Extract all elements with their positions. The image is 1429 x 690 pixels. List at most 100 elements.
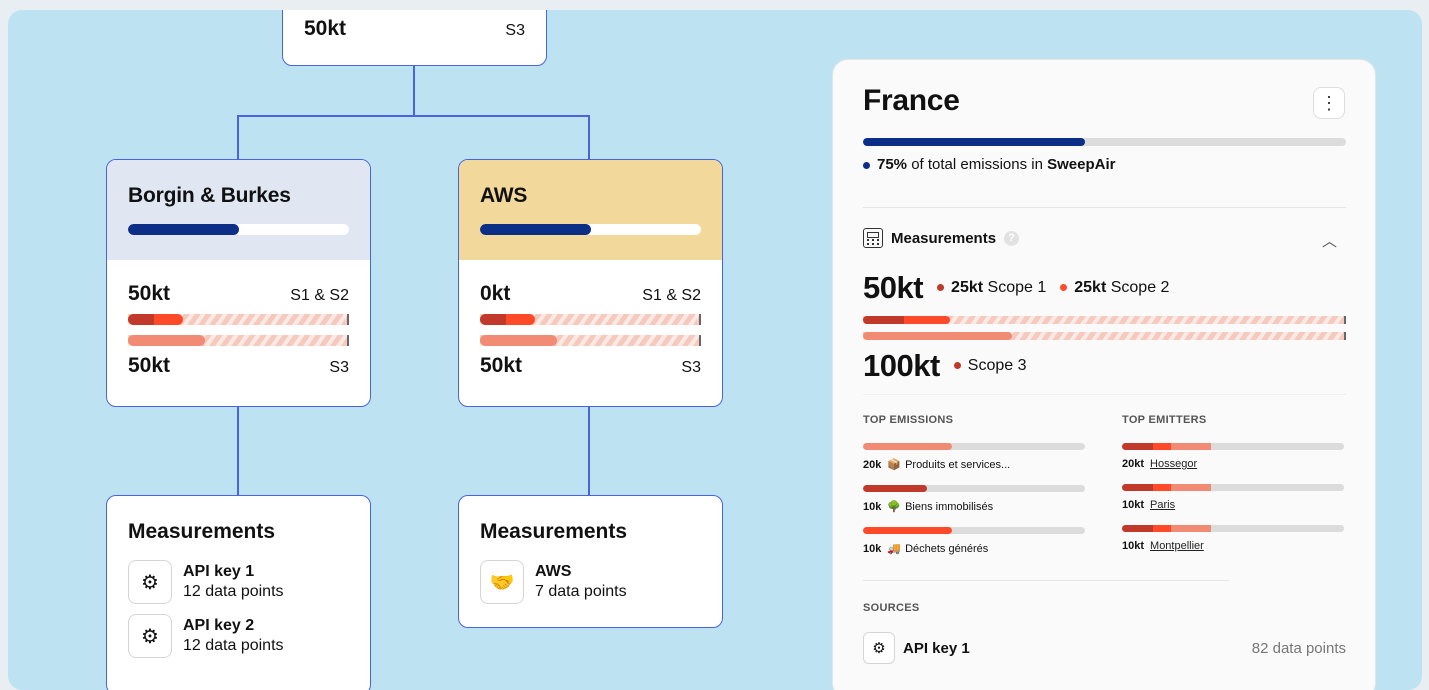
panel-share-bar: [863, 138, 1346, 146]
share-value: 75%: [877, 156, 908, 173]
emitter-link[interactable]: Paris: [1150, 499, 1175, 511]
category-icon: 🚚: [887, 543, 902, 555]
emission-label: Produits et services...: [905, 458, 1011, 471]
top-emitters-label: TOP EMITTERS: [1122, 414, 1207, 426]
emission-label: Biens immobilisés: [905, 500, 994, 513]
node-title: AWS: [480, 184, 528, 207]
source-item[interactable]: 🤝 AWS 7 data points: [480, 560, 701, 604]
scope3-segment: [863, 332, 1013, 340]
share-bar-fill: [480, 224, 591, 235]
share-mid: of total emissions in: [911, 156, 1043, 173]
panel-source-row[interactable]: ⚙ API key 1 82 data points: [863, 632, 1346, 664]
s12-total: 50kt: [863, 270, 924, 305]
scope1-segment: [863, 316, 904, 324]
scope2-legend: 25kt Scope 2: [1060, 279, 1169, 297]
source-count: 12 data points: [183, 583, 284, 600]
emitter-link[interactable]: Montpellier: [1150, 540, 1204, 552]
panel-share-fill: [863, 138, 1086, 146]
s12-value: 0kt: [480, 282, 511, 305]
connector: [237, 115, 590, 117]
top-emitter-item[interactable]: 10kt Montpellier: [1122, 525, 1344, 552]
measurements-node[interactable]: Measurements ⚙ API key 1 12 data points …: [106, 495, 371, 690]
scope3-segment: [1170, 484, 1211, 491]
more-options-button[interactable]: ⋮: [1313, 87, 1345, 119]
gear-icon: ⚙: [128, 614, 172, 658]
scope3-segment: [480, 335, 557, 346]
scope1-segment: [128, 314, 155, 325]
source-name: API key 2: [183, 617, 255, 634]
s12-summary: 50kt 25kt Scope 1 25kt Scope 2: [863, 270, 1169, 306]
top-emissions-label: TOP EMISSIONS: [863, 414, 954, 426]
s3-summary: 100kt Scope 3: [863, 348, 1027, 384]
handshake-icon: 🤝: [480, 560, 524, 604]
node-header: AWS: [459, 160, 722, 260]
emitter-bar: [1122, 484, 1344, 491]
divider: [863, 207, 1346, 208]
measurements-title: Measurements: [480, 520, 628, 543]
scope2-segment: [903, 316, 950, 324]
sources-label: SOURCES: [863, 602, 920, 614]
source-item[interactable]: ⚙ API key 1 12 data points: [128, 560, 349, 604]
gear-icon: ⚙: [863, 632, 895, 664]
emitter-link[interactable]: Hossegor: [1150, 458, 1197, 470]
top-emissions: TOP EMISSIONS 20k 📦 Produits et services..…: [863, 414, 1085, 569]
category-icon: 🌳: [887, 501, 902, 513]
source-name: AWS: [535, 563, 572, 580]
chevron-up-icon[interactable]: ︿: [1322, 230, 1337, 251]
measurements-header[interactable]: Measurements ?: [863, 228, 1020, 248]
emitter-value: 10kt: [1122, 499, 1145, 511]
top-emission-item[interactable]: 10k 🌳 Biens immobilisés: [863, 485, 1085, 513]
source-item[interactable]: ⚙ API key 2 12 data points: [128, 614, 349, 658]
entity-node-borgin-burkes[interactable]: Borgin & Burkes 50kt S1 & S2 50kt S3: [106, 159, 371, 407]
scope2-segment: [506, 314, 535, 325]
top-emission-item[interactable]: 20k 📦 Produits et services...: [863, 443, 1085, 471]
measurements-node[interactable]: Measurements 🤝 AWS 7 data points: [458, 495, 723, 628]
scope1-dot: [937, 284, 945, 292]
emitter-value: 10kt: [1122, 540, 1145, 552]
s12-label: S1 & S2: [290, 287, 349, 304]
emission-label: Déchets générés: [905, 542, 989, 555]
source-name: API key 1: [183, 563, 255, 580]
top-emission-item[interactable]: 10k 🚚 Déchets générés: [863, 527, 1085, 555]
s12-bar: [128, 314, 349, 325]
emission-bar-fill: [863, 443, 952, 450]
s3-label: S3: [681, 359, 701, 376]
emitter-value: 20kt: [1122, 458, 1145, 470]
node-header: Borgin & Burkes: [107, 160, 370, 260]
source-name: API key 1: [903, 639, 970, 657]
connector: [588, 115, 590, 161]
scope1-segment: [1122, 484, 1154, 491]
s3-bar: [480, 335, 701, 346]
s3-value: 50kt: [480, 354, 523, 377]
scope1-segment: [1122, 443, 1154, 450]
share-bar: [480, 224, 701, 235]
entity-node-aws[interactable]: AWS 0kt S1 & S2 50kt S3: [458, 159, 723, 407]
node-title: Borgin & Burkes: [128, 184, 291, 207]
scope3-dot: [953, 362, 961, 370]
canvas: 50kt S3 Borgin & Burkes 50kt S1 & S2 50k…: [8, 10, 1422, 690]
emission-value: 20k: [863, 458, 882, 471]
emitter-bar: [1122, 443, 1344, 450]
divider: [863, 394, 1346, 395]
s12-bar: [480, 314, 701, 325]
s3-value: 50kt: [128, 354, 171, 377]
top-node-value: 50kt: [304, 17, 347, 40]
share-bar-fill: [128, 224, 239, 235]
top-node[interactable]: 50kt S3: [282, 10, 547, 66]
emission-bar: [863, 527, 1085, 534]
top-emitter-item[interactable]: 10kt Paris: [1122, 484, 1344, 511]
divider: [863, 580, 1229, 581]
calculator-icon: [863, 228, 883, 248]
top-emitters: TOP EMITTERS 20kt Hossegor 10kt Paris 10kt Mo…: [1122, 414, 1344, 566]
category-icon: 📦: [887, 459, 902, 471]
help-icon[interactable]: ?: [1004, 230, 1020, 246]
scope1-segment: [1122, 525, 1154, 532]
share-bar: [128, 224, 349, 235]
top-emitter-item[interactable]: 20kt Hossegor: [1122, 443, 1344, 470]
emission-value: 10k: [863, 542, 882, 555]
connector: [237, 115, 239, 161]
measurements-title: Measurements: [128, 520, 276, 543]
connector: [237, 405, 239, 496]
connector: [413, 66, 415, 117]
detail-panel: France ⋮ 75% of total emissions in Sweep…: [832, 59, 1376, 690]
